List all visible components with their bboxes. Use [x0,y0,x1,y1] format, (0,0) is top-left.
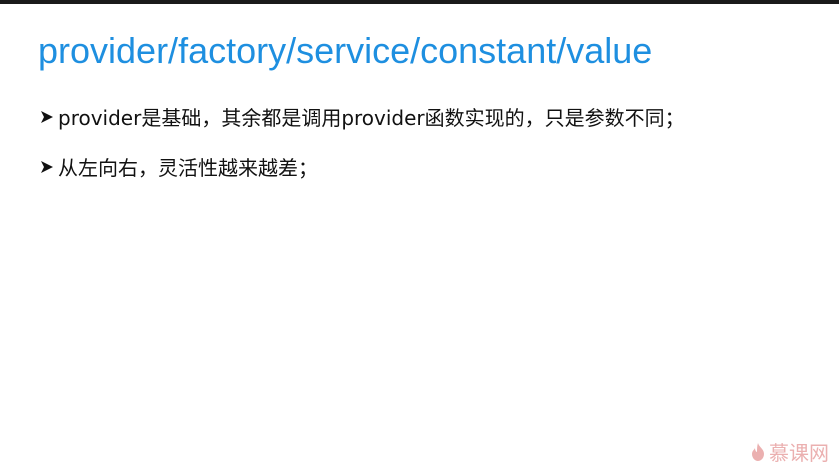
flame-icon [752,442,764,461]
watermark-logo: 慕课网 [750,437,829,466]
arrow-bullet-icon [41,110,53,123]
arrow-bullet-icon [41,160,53,173]
bullet-text: provider是基础，其余都是调用provider函数实现的，只是参数不同； [58,106,685,130]
slide: provider/factory/service/constant/value … [0,4,839,472]
bullet-text: 从左向右，灵活性越来越差； [58,156,318,180]
bullet-item: 从左向右，灵活性越来越差； [40,152,318,181]
watermark-text: 慕课网 [769,441,829,465]
slide-title: provider/factory/service/constant/value [38,30,653,71]
bullet-item: provider是基础，其余都是调用provider函数实现的，只是参数不同； [40,102,685,131]
